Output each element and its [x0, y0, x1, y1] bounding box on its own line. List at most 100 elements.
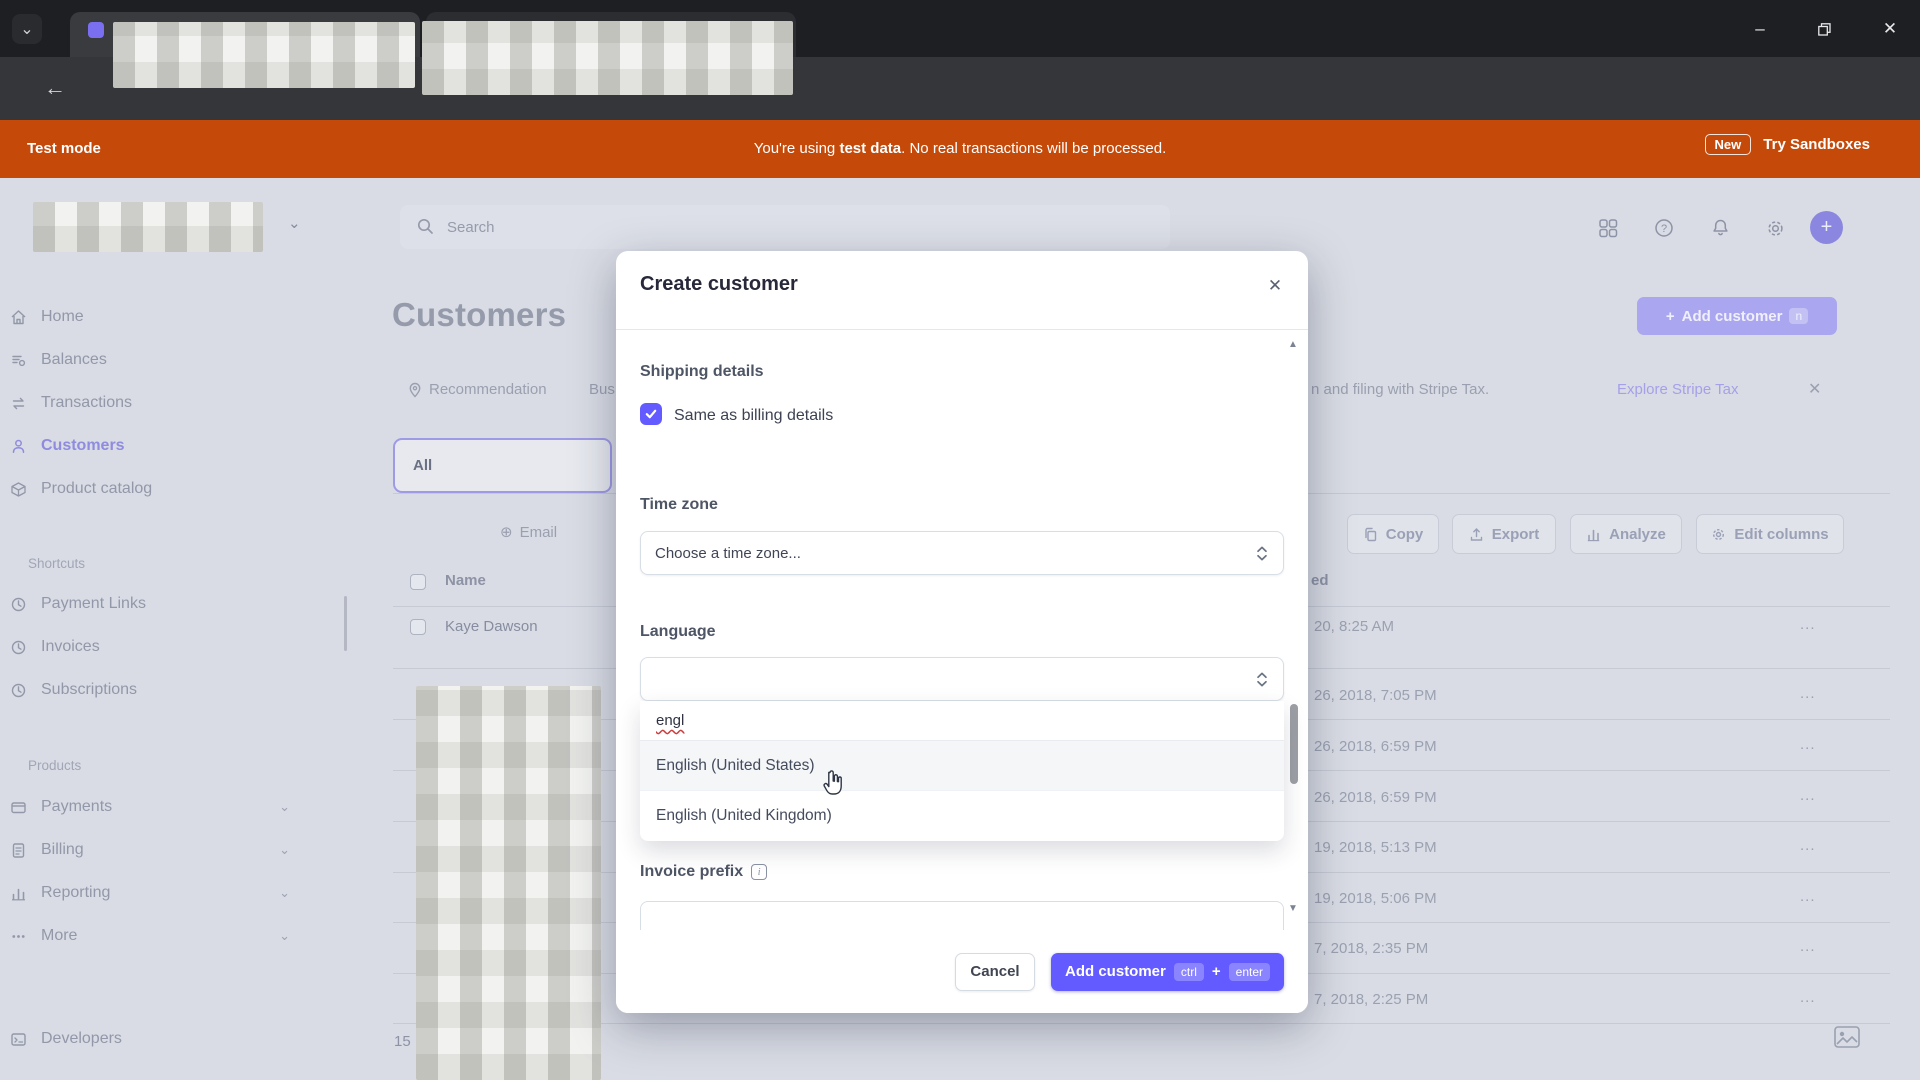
language-typed-query: engl [656, 712, 684, 729]
plus-icon: + [1821, 216, 1833, 239]
terminal-icon [9, 1030, 27, 1048]
column-header-created-fragment[interactable]: ed [1311, 572, 1329, 589]
analyze-button[interactable]: Analyze [1570, 514, 1682, 554]
check-icon [644, 407, 658, 421]
chevron-down-icon[interactable]: ⌄ [279, 799, 290, 815]
row-menu-icon[interactable]: ... [1800, 616, 1816, 633]
sidebar-item-transactions[interactable]: Transactions [0, 390, 290, 416]
timezone-placeholder: Choose a time zone... [655, 545, 801, 562]
chevron-down-icon[interactable]: ⌄ [279, 928, 290, 944]
modal-scrollbar-thumb[interactable] [1290, 704, 1298, 784]
sidebar-item-billing[interactable]: Billing ⌄ [0, 837, 290, 863]
add-customer-button[interactable]: + Add customer n [1637, 297, 1837, 335]
modal-close-icon[interactable]: ✕ [1262, 273, 1288, 299]
row-menu-icon[interactable]: ... [1800, 989, 1816, 1006]
window-minimize-button[interactable]: – [1745, 14, 1775, 44]
window-close-button[interactable]: ✕ [1875, 14, 1905, 44]
sidebar-item-invoices[interactable]: Invoices [0, 634, 290, 660]
tab-favicon [88, 22, 104, 38]
invoice-icon [9, 841, 27, 859]
tab-search-chevron-icon[interactable]: ⌄ [12, 14, 42, 44]
sidebar-label: Home [41, 308, 84, 326]
export-button[interactable]: Export [1452, 514, 1556, 554]
redacted-tab-title [113, 22, 415, 88]
language-select[interactable] [640, 657, 1284, 701]
scroll-down-icon[interactable]: ▼ [1288, 903, 1298, 914]
language-search-row[interactable]: engl [640, 701, 1284, 741]
recommendation-chip[interactable]: Recommendation [408, 381, 547, 398]
row-menu-icon[interactable]: ... [1800, 685, 1816, 702]
try-sandboxes-link[interactable]: Try Sandboxes [1763, 136, 1870, 153]
plus-icon: + [1666, 308, 1675, 325]
created-date-cell: 26, 2018, 6:59 PM [1314, 789, 1437, 806]
row-menu-icon[interactable]: ... [1800, 888, 1816, 905]
sidebar-item-subscriptions[interactable]: Subscriptions [0, 677, 290, 703]
language-option-en-us[interactable]: English (United States) [640, 741, 1284, 791]
sidebar-item-product-catalog[interactable]: Product catalog [0, 476, 290, 502]
chevron-down-icon[interactable]: ⌄ [279, 885, 290, 901]
sidebar-label: Transactions [41, 394, 132, 412]
bar-chart-icon [9, 884, 27, 902]
settings-gear-icon[interactable] [1763, 216, 1787, 240]
scroll-up-icon[interactable]: ▲ [1288, 339, 1298, 350]
analyze-chart-icon [1586, 527, 1601, 542]
chevron-down-icon[interactable]: ⌄ [279, 842, 290, 858]
sidebar-scrollbar[interactable] [344, 596, 347, 651]
create-menu-avatar[interactable]: + [1810, 211, 1843, 244]
redacted-account-name [33, 202, 263, 252]
dismiss-tax-banner-icon[interactable]: ✕ [1808, 379, 1821, 399]
sidebar-item-customers[interactable]: Customers [0, 433, 290, 459]
timezone-select[interactable]: Choose a time zone... [640, 531, 1284, 575]
back-icon[interactable]: ← [42, 75, 68, 101]
enter-key-badge: enter [1229, 963, 1270, 981]
edit-columns-button[interactable]: Edit columns [1696, 514, 1844, 554]
redacted-tab-title-2 [422, 21, 793, 95]
row-checkbox[interactable] [410, 619, 426, 635]
row-menu-icon[interactable]: ... [1800, 837, 1816, 854]
sidebar-section-products: Products [28, 758, 81, 773]
notifications-bell-icon[interactable] [1708, 216, 1732, 240]
sidebar-item-home[interactable]: Home [0, 304, 290, 330]
select-all-checkbox[interactable] [410, 574, 426, 590]
sidebar-item-payments[interactable]: Payments ⌄ [0, 794, 290, 820]
filter-pill-email[interactable]: ⊕Email [500, 523, 557, 541]
business-chip-fragment[interactable]: Bus [589, 381, 615, 398]
sidebar-section-shortcuts: Shortcuts [28, 556, 85, 571]
filter-tab-all[interactable]: All [393, 438, 612, 493]
box-icon [9, 480, 27, 498]
help-icon[interactable]: ? [1652, 216, 1676, 240]
sidebar-item-reporting[interactable]: Reporting ⌄ [0, 880, 290, 906]
customer-name-cell[interactable]: Kaye Dawson [445, 618, 538, 635]
explore-stripe-tax-link[interactable]: Explore Stripe Tax [1617, 381, 1738, 398]
sidebar-label: Payments [41, 798, 112, 816]
page-title: Customers [392, 296, 566, 334]
sidebar-item-more[interactable]: More ⌄ [0, 923, 290, 949]
column-header-name[interactable]: Name [445, 572, 486, 589]
edit-columns-gear-icon [1711, 527, 1726, 542]
language-label: Language [640, 623, 716, 641]
row-menu-icon[interactable]: ... [1800, 787, 1816, 804]
account-switcher-chevron-icon[interactable]: ⌄ [288, 214, 301, 232]
window-restore-button[interactable] [1809, 14, 1839, 44]
apps-grid-icon[interactable] [1596, 216, 1620, 240]
modal-footer: Cancel Add customer ctrl + enter [616, 930, 1308, 1013]
sidebar-item-developers[interactable]: Developers [0, 1026, 290, 1052]
copy-icon [1363, 527, 1378, 542]
add-customer-submit-button[interactable]: Add customer ctrl + enter [1051, 953, 1284, 991]
info-icon[interactable]: i [751, 864, 767, 880]
language-option-en-gb[interactable]: English (United Kingdom) [640, 791, 1284, 841]
row-menu-icon[interactable]: ... [1800, 938, 1816, 955]
copy-button[interactable]: Copy [1347, 514, 1439, 554]
pin-icon [408, 382, 422, 398]
sidebar-item-balances[interactable]: Balances [0, 347, 290, 373]
test-mode-message: You're using test data. No real transact… [0, 140, 1920, 157]
image-placeholder-icon[interactable] [1834, 1026, 1860, 1048]
results-count-fragment: 15 [394, 1033, 411, 1050]
transactions-icon [9, 394, 27, 412]
row-menu-icon[interactable]: ... [1800, 736, 1816, 753]
sidebar-item-payment-links[interactable]: Payment Links [0, 591, 290, 617]
cancel-button[interactable]: Cancel [955, 953, 1035, 991]
same-as-billing-checkbox[interactable] [640, 403, 662, 425]
search-input[interactable] [400, 205, 1170, 249]
created-date-cell: 7, 2018, 2:35 PM [1314, 940, 1428, 957]
